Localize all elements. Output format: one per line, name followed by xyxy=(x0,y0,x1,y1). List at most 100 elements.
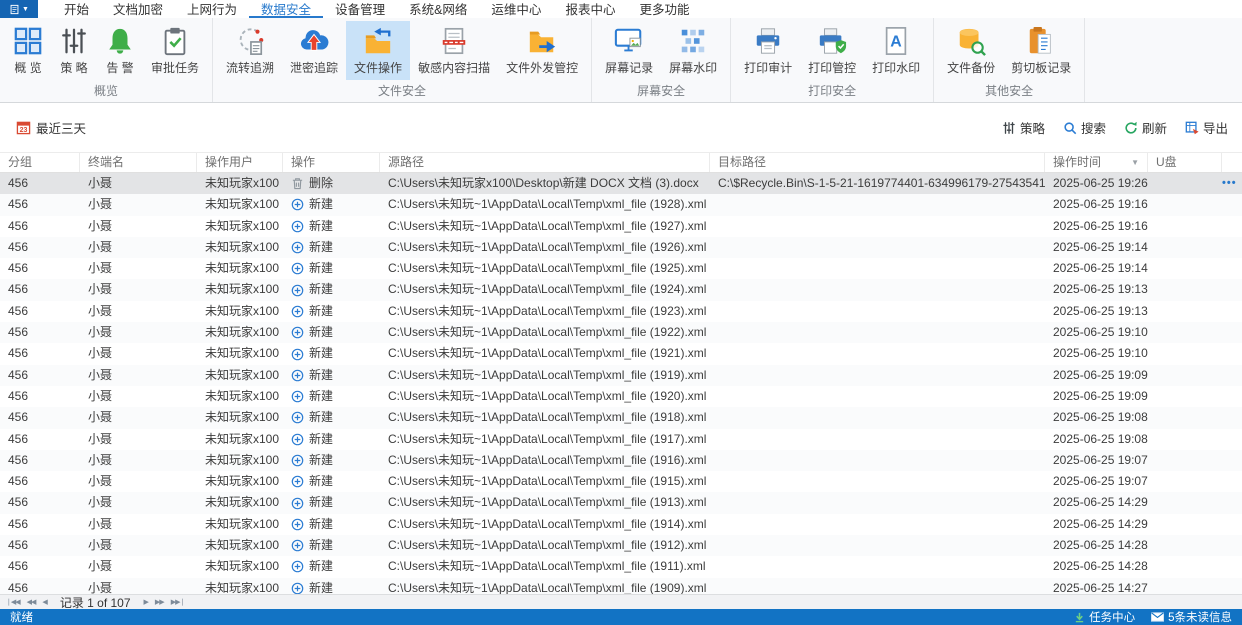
sort-dropdown-icon[interactable]: ▼ xyxy=(1131,153,1139,172)
tab-more-features[interactable]: 更多功能 xyxy=(627,0,701,18)
table-row[interactable]: 456 小聂 未知玩家x100 新建 C:\Users\未知玩~1\AppDat… xyxy=(0,236,1242,259)
table-row[interactable]: 456 小聂 未知玩家x100 新建 C:\Users\未知玩~1\AppDat… xyxy=(0,364,1242,386)
ribbon-item-outgoing-control[interactable]: 文件外发管控 xyxy=(498,21,586,80)
row-actions-button[interactable] xyxy=(1222,386,1242,407)
row-actions-button[interactable] xyxy=(1222,365,1242,386)
row-actions-button[interactable] xyxy=(1222,407,1242,428)
table-row[interactable]: 456 小聂 未知玩家x100 新建 C:\Users\未知玩~1\AppDat… xyxy=(0,279,1242,301)
next-page-button[interactable]: ▶ xyxy=(144,598,149,606)
first-page-button[interactable]: ❘◀◀ xyxy=(6,598,21,606)
cell-operation: 新建 xyxy=(283,535,380,556)
cell-source-path: C:\Users\未知玩~1\AppData\Local\Temp\xml_fi… xyxy=(388,367,707,382)
export-button[interactable]: 导出 xyxy=(1185,118,1228,137)
table-row[interactable]: 456 小聂 未知玩家x100 新建 C:\Users\未知玩~1\AppDat… xyxy=(0,556,1242,577)
cell-terminal: 小聂 xyxy=(88,388,113,403)
next-fast-button[interactable]: ▶▶ xyxy=(155,598,165,606)
ribbon-item-policy[interactable]: 策 略 xyxy=(51,21,97,80)
app-menu-button[interactable]: ▼ xyxy=(0,0,38,18)
ribbon-group-label: 打印安全 xyxy=(808,84,857,98)
tab-data-security[interactable]: 数据安全 xyxy=(249,0,324,18)
prev-page-button[interactable]: ◀ xyxy=(42,598,47,606)
tab-ops-center[interactable]: 运维中心 xyxy=(479,0,553,18)
row-actions-button[interactable] xyxy=(1222,535,1242,556)
ribbon-item-label: 屏幕水印 xyxy=(669,61,718,75)
table-row[interactable]: 456 小聂 未知玩家x100 新建 C:\Users\未知玩~1\AppDat… xyxy=(0,343,1242,364)
ribbon-item-sensitive-scan[interactable]: 敏感内容扫描 xyxy=(410,21,498,80)
unread-messages-button[interactable]: 5条未读信息 xyxy=(1151,609,1232,625)
column-header-operation[interactable]: 操作 xyxy=(283,153,380,172)
ribbon-item-print-audit[interactable]: 打印审计 xyxy=(736,21,800,80)
table-row[interactable]: 456 小聂 未知玩家x100 新建 C:\Users\未知玩~1\AppDat… xyxy=(0,216,1242,237)
table-row[interactable]: 456 小聂 未知玩家x100 新建 C:\Users\未知玩~1\AppDat… xyxy=(0,322,1242,344)
ribbon-item-leak-tracking[interactable]: 泄密追踪 xyxy=(282,21,346,80)
ribbon-item-file-backup[interactable]: 文件备份 xyxy=(939,21,1003,80)
tab-web-behavior[interactable]: 上网行为 xyxy=(175,0,249,18)
cell-time: 2025-06-25 19:16:57 xyxy=(1053,218,1148,233)
table-row[interactable]: 456 小聂 未知玩家x100 新建 C:\Users\未知玩~1\AppDat… xyxy=(0,492,1242,514)
ribbon-item-file-operations[interactable]: 文件操作 xyxy=(346,21,411,80)
tab-doc-encryption[interactable]: 文档加密 xyxy=(101,0,175,18)
tab-system-network[interactable]: 系统&网络 xyxy=(397,0,479,18)
table-row[interactable]: 456 小聂 未知玩家x100 新建 C:\Users\未知玩~1\AppDat… xyxy=(0,514,1242,535)
table-row[interactable]: 456 小聂 未知玩家x100 新建 C:\Users\未知玩~1\AppDat… xyxy=(0,386,1242,407)
row-actions-button[interactable] xyxy=(1222,471,1242,492)
ribbon-item-screen-watermark[interactable]: 屏幕水印 xyxy=(661,21,725,80)
prev-fast-button[interactable]: ◀◀ xyxy=(27,598,37,606)
row-actions-button[interactable] xyxy=(1222,343,1242,364)
date-range-filter[interactable]: 23 最近三天 xyxy=(16,118,86,137)
cell-user: 未知玩家x100 xyxy=(205,495,280,510)
row-actions-button[interactable]: ••• xyxy=(1222,173,1242,194)
cell-usb xyxy=(1148,386,1222,407)
last-page-button[interactable]: ▶▶❘ xyxy=(171,598,186,606)
row-actions-button[interactable] xyxy=(1222,514,1242,535)
column-header-time[interactable]: 操作时间 ▼ xyxy=(1045,153,1148,172)
row-actions-button[interactable] xyxy=(1222,216,1242,237)
cell-terminal: 小聂 xyxy=(88,431,113,446)
ribbon-item-label: 文件外发管控 xyxy=(506,61,579,75)
ribbon-item-clipboard-records[interactable]: 剪切板记录 xyxy=(1003,21,1079,80)
ribbon-item-flow-trace[interactable]: 流转追溯 xyxy=(218,21,282,80)
table-row[interactable]: 456 小聂 未知玩家x100 新建 C:\Users\未知玩~1\AppDat… xyxy=(0,471,1242,492)
policy-button[interactable]: 策略 xyxy=(1002,118,1045,137)
ribbon-item-approval-tasks[interactable]: 审批任务 xyxy=(143,21,207,80)
row-actions-button[interactable] xyxy=(1222,429,1242,450)
column-header-source-path[interactable]: 源路径 xyxy=(380,153,710,172)
table-row[interactable]: 456 小聂 未知玩家x100 删除 C:\Users\未知玩家x100\Des… xyxy=(0,173,1242,195)
ribbon-item-screen-recording[interactable]: 屏幕记录 xyxy=(597,21,661,80)
tab-device-management[interactable]: 设备管理 xyxy=(323,0,397,18)
table-row[interactable]: 456 小聂 未知玩家x100 新建 C:\Users\未知玩~1\AppDat… xyxy=(0,258,1242,279)
row-actions-button[interactable] xyxy=(1222,194,1242,215)
row-actions-button[interactable] xyxy=(1222,322,1242,343)
tab-start[interactable]: 开始 xyxy=(52,0,101,18)
search-button[interactable]: 搜索 xyxy=(1063,118,1106,137)
cell-operation: 新建 xyxy=(283,492,380,513)
row-actions-button[interactable] xyxy=(1222,301,1242,322)
row-actions-button[interactable] xyxy=(1222,450,1242,471)
ribbon-item-print-control[interactable]: 打印管控 xyxy=(800,21,864,80)
column-header-user[interactable]: 操作用户 xyxy=(197,153,283,172)
column-header-usb[interactable]: U盘 xyxy=(1148,153,1222,172)
row-actions-button[interactable] xyxy=(1222,279,1242,300)
column-header-terminal[interactable]: 终端名 xyxy=(80,153,197,172)
row-actions-button[interactable] xyxy=(1222,258,1242,279)
tab-report-center[interactable]: 报表中心 xyxy=(553,0,627,18)
row-actions-button[interactable] xyxy=(1222,492,1242,513)
table-row[interactable]: 456 小聂 未知玩家x100 新建 C:\Users\未知玩~1\AppDat… xyxy=(0,194,1242,216)
row-actions-button[interactable] xyxy=(1222,556,1242,577)
table-row[interactable]: 456 小聂 未知玩家x100 新建 C:\Users\未知玩~1\AppDat… xyxy=(0,577,1242,594)
refresh-button[interactable]: 刷新 xyxy=(1124,118,1167,137)
row-actions-button[interactable] xyxy=(1222,237,1242,258)
ribbon-item-alert[interactable]: 告 警 xyxy=(97,21,143,80)
table-row[interactable]: 456 小聂 未知玩家x100 新建 C:\Users\未知玩~1\AppDat… xyxy=(0,301,1242,322)
table-row[interactable]: 456 小聂 未知玩家x100 新建 C:\Users\未知玩~1\AppDat… xyxy=(0,535,1242,557)
ribbon-item-overview[interactable]: 概 览 xyxy=(5,21,51,80)
row-actions-button[interactable] xyxy=(1222,578,1242,594)
column-header-target-path[interactable]: 目标路径 xyxy=(710,153,1045,172)
task-center-button[interactable]: 任务中心 xyxy=(1074,609,1135,625)
column-header-group[interactable]: 分组 xyxy=(0,153,80,172)
ribbon-item-print-watermark[interactable]: A 打印水印 xyxy=(864,21,928,80)
table-row[interactable]: 456 小聂 未知玩家x100 新建 C:\Users\未知玩~1\AppDat… xyxy=(0,429,1242,450)
table-row[interactable]: 456 小聂 未知玩家x100 新建 C:\Users\未知玩~1\AppDat… xyxy=(0,407,1242,429)
table-row[interactable]: 456 小聂 未知玩家x100 新建 C:\Users\未知玩~1\AppDat… xyxy=(0,449,1242,472)
add-icon xyxy=(291,369,304,382)
